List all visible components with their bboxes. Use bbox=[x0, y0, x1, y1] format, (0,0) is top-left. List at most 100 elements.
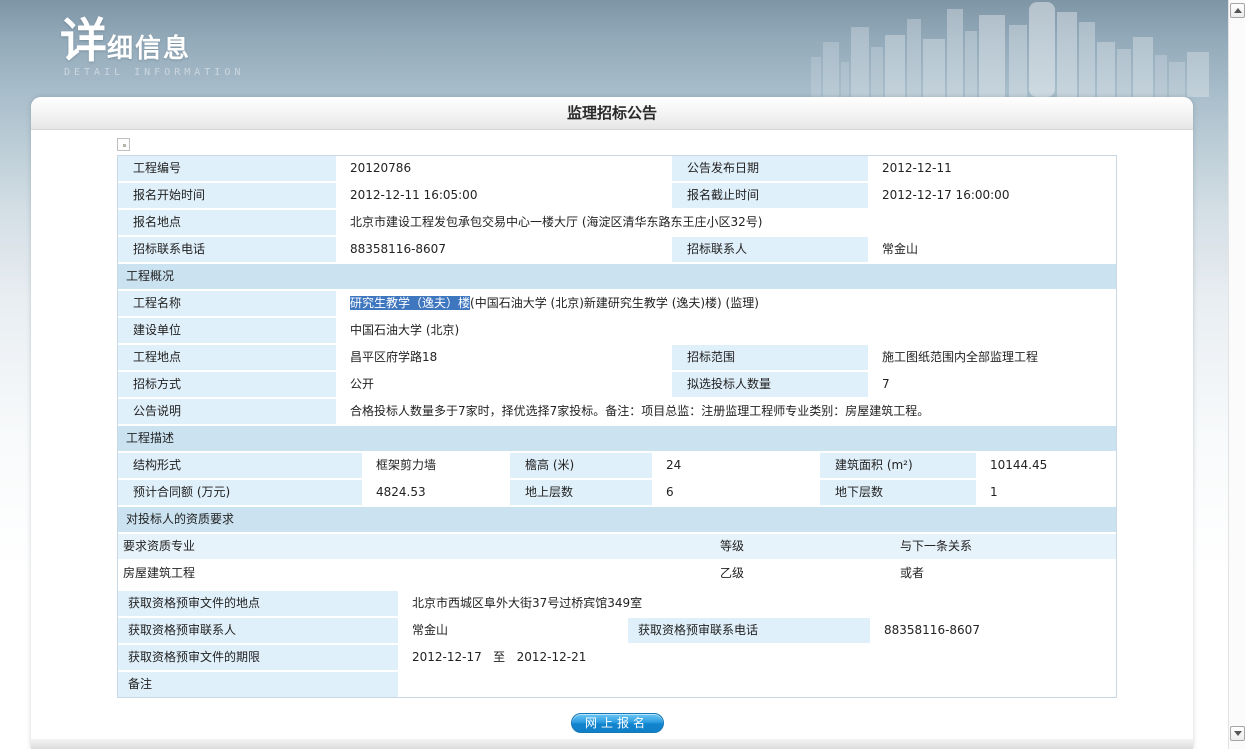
field-value: 合格投标人数量多于7家时，择优选择7家投标。备注：项目总监：注册监理工程师专业类… bbox=[338, 399, 1116, 424]
field-value: 20120786 bbox=[338, 156, 670, 181]
field-value: 2012-12-17 16:00:00 bbox=[870, 183, 1116, 208]
field-label: 获取资格预审文件的地点 bbox=[118, 591, 398, 616]
field-value: 2012-12-17 至 2012-12-21 bbox=[400, 645, 1116, 670]
panel-footer bbox=[31, 739, 1193, 749]
content-panel: 监理招标公告 工程编号 20120786 公告发布日期 2012-12-11 报… bbox=[31, 97, 1193, 749]
field-value: 北京市西城区阜外大街37号过桥宾馆349室 bbox=[400, 591, 1116, 616]
field-value: 88358116-8607 bbox=[872, 618, 1116, 643]
qualification-header-bar: 要求资质专业 等级 与下一条关系 bbox=[118, 534, 1116, 559]
table-row: 公告说明 合格投标人数量多于7家时，择优选择7家投标。备注：项目总监：注册监理工… bbox=[118, 399, 1116, 424]
field-label: 建筑面积 (m²) bbox=[820, 453, 976, 478]
table-row: 备注 bbox=[118, 672, 1116, 697]
field-label: 获取资格预审联系人 bbox=[118, 618, 398, 643]
table-row: 结构形式 框架剪力墙 檐高 (米) 24 建筑面积 (m²) 10144.45 bbox=[118, 453, 1116, 478]
up-arrow-icon bbox=[1234, 8, 1242, 13]
field-value: 昌平区府学路18 bbox=[338, 345, 670, 370]
table-row: 获取资格预审文件的期限 2012-12-17 至 2012-12-21 bbox=[118, 645, 1116, 670]
table-row: 获取资格预审联系人 常金山 获取资格预审联系电话 88358116-8607 bbox=[118, 618, 1116, 643]
field-label: 获取资格预审联系电话 bbox=[628, 618, 870, 643]
field-label: 招标联系人 bbox=[672, 237, 868, 262]
qualification-major: 房屋建筑工程 bbox=[118, 561, 720, 586]
page-banner: 详 细信息 DETAIL INFORMATION bbox=[0, 0, 1228, 97]
section-header-description: 工程描述 bbox=[118, 426, 1116, 451]
logo-text-big: 详 bbox=[60, 20, 107, 64]
scroll-down-button[interactable] bbox=[1230, 726, 1245, 741]
table-row: 预计合同额 (万元) 4824.53 地上层数 6 地下层数 1 bbox=[118, 480, 1116, 505]
field-label: 工程编号 bbox=[118, 156, 336, 181]
table-row: 报名地点 北京市建设工程发包承包交易中心一楼大厅 (海淀区清华东路东王庄小区32… bbox=[118, 210, 1116, 235]
field-value: 2012-12-11 16:05:00 bbox=[338, 183, 670, 208]
column-header-relation: 与下一条关系 bbox=[900, 534, 1116, 559]
logo-text-rest: 细信息 bbox=[107, 34, 191, 64]
down-arrow-icon bbox=[1234, 731, 1242, 736]
field-value: 框架剪力墙 bbox=[364, 453, 508, 478]
field-value: 公开 bbox=[338, 372, 670, 397]
qualification-grade: 乙级 bbox=[720, 561, 900, 586]
city-skyline-graphic bbox=[811, 0, 1211, 97]
field-label: 建设单位 bbox=[118, 318, 336, 343]
field-value: 1 bbox=[978, 480, 1116, 505]
table-row: 招标联系电话 88358116-8607 招标联系人 常金山 bbox=[118, 237, 1116, 262]
table-row: 获取资格预审文件的地点 北京市西城区阜外大街37号过桥宾馆349室 bbox=[118, 591, 1116, 616]
field-value: 10144.45 bbox=[978, 453, 1116, 478]
field-value bbox=[400, 672, 1116, 697]
qualification-data-row: 房屋建筑工程 乙级 或者 bbox=[118, 561, 1116, 586]
field-value: 常金山 bbox=[400, 618, 626, 643]
field-label: 地下层数 bbox=[820, 480, 976, 505]
field-label: 报名地点 bbox=[118, 210, 336, 235]
field-label: 檐高 (米) bbox=[510, 453, 652, 478]
field-label: 报名开始时间 bbox=[118, 183, 336, 208]
field-value: 88358116-8607 bbox=[338, 237, 670, 262]
site-logo: 详 细信息 DETAIL INFORMATION bbox=[60, 20, 244, 78]
qualification-relation: 或者 bbox=[900, 561, 1116, 586]
field-label: 招标联系电话 bbox=[118, 237, 336, 262]
column-header-major: 要求资质专业 bbox=[118, 534, 720, 559]
field-value: 2012-12-11 bbox=[870, 156, 1116, 181]
field-label: 工程地点 bbox=[118, 345, 336, 370]
section-header-overview: 工程概况 bbox=[118, 264, 1116, 289]
table-row: 工程名称 研究生教学（逸夫）楼(中国石油大学 (北京)新建研究生教学 (逸夫)楼… bbox=[118, 291, 1116, 316]
page-title: 监理招标公告 bbox=[31, 97, 1193, 130]
table-row: 建设单位 中国石油大学 (北京) bbox=[118, 318, 1116, 343]
field-label: 工程名称 bbox=[118, 291, 336, 316]
field-value: 24 bbox=[654, 453, 818, 478]
table-row: 招标方式 公开 拟选投标人数量 7 bbox=[118, 372, 1116, 397]
scroll-up-button[interactable] bbox=[1230, 3, 1245, 18]
button-row: 网上报名 bbox=[117, 712, 1117, 733]
image-placeholder-icon bbox=[117, 138, 130, 151]
online-signup-button[interactable]: 网上报名 bbox=[571, 713, 664, 733]
field-value: 6 bbox=[654, 480, 818, 505]
field-value-rest: (中国石油大学 (北京)新建研究生教学 (逸夫)楼) (监理) bbox=[470, 296, 759, 310]
field-value: 研究生教学（逸夫）楼(中国石油大学 (北京)新建研究生教学 (逸夫)楼) (监理… bbox=[338, 291, 1116, 316]
table-row: 工程编号 20120786 公告发布日期 2012-12-11 bbox=[118, 156, 1116, 181]
field-label: 招标方式 bbox=[118, 372, 336, 397]
field-value: 7 bbox=[870, 372, 1116, 397]
logo-subtitle: DETAIL INFORMATION bbox=[64, 67, 244, 78]
field-label: 报名截止时间 bbox=[672, 183, 868, 208]
detail-table: 工程编号 20120786 公告发布日期 2012-12-11 报名开始时间 2… bbox=[117, 155, 1117, 698]
field-label: 结构形式 bbox=[118, 453, 362, 478]
field-label: 招标范围 bbox=[672, 345, 868, 370]
table-row: 报名开始时间 2012-12-11 16:05:00 报名截止时间 2012-1… bbox=[118, 183, 1116, 208]
field-label: 获取资格预审文件的期限 bbox=[118, 645, 398, 670]
field-value: 4824.53 bbox=[364, 480, 508, 505]
section-row: 对投标人的资质要求 bbox=[118, 507, 1116, 532]
field-value: 施工图纸范围内全部监理工程 bbox=[870, 345, 1116, 370]
section-header-qualification: 对投标人的资质要求 bbox=[118, 507, 1116, 532]
field-value: 北京市建设工程发包承包交易中心一楼大厅 (海淀区清华东路东王庄小区32号) bbox=[338, 210, 1116, 235]
field-label: 拟选投标人数量 bbox=[672, 372, 868, 397]
qualification-data-bar: 房屋建筑工程 乙级 或者 bbox=[118, 561, 1116, 586]
detail-content: 工程编号 20120786 公告发布日期 2012-12-11 报名开始时间 2… bbox=[31, 130, 1193, 733]
selected-text: 研究生教学（逸夫）楼 bbox=[350, 296, 470, 310]
field-label: 预计合同额 (万元) bbox=[118, 480, 362, 505]
vertical-scrollbar[interactable] bbox=[1228, 0, 1245, 749]
section-row: 工程概况 bbox=[118, 264, 1116, 289]
column-header-grade: 等级 bbox=[720, 534, 900, 559]
section-row: 工程描述 bbox=[118, 426, 1116, 451]
field-label: 公告发布日期 bbox=[672, 156, 868, 181]
field-label: 地上层数 bbox=[510, 480, 652, 505]
field-label: 备注 bbox=[118, 672, 398, 697]
table-row: 工程地点 昌平区府学路18 招标范围 施工图纸范围内全部监理工程 bbox=[118, 345, 1116, 370]
field-value: 常金山 bbox=[870, 237, 1116, 262]
field-value: 中国石油大学 (北京) bbox=[338, 318, 1116, 343]
